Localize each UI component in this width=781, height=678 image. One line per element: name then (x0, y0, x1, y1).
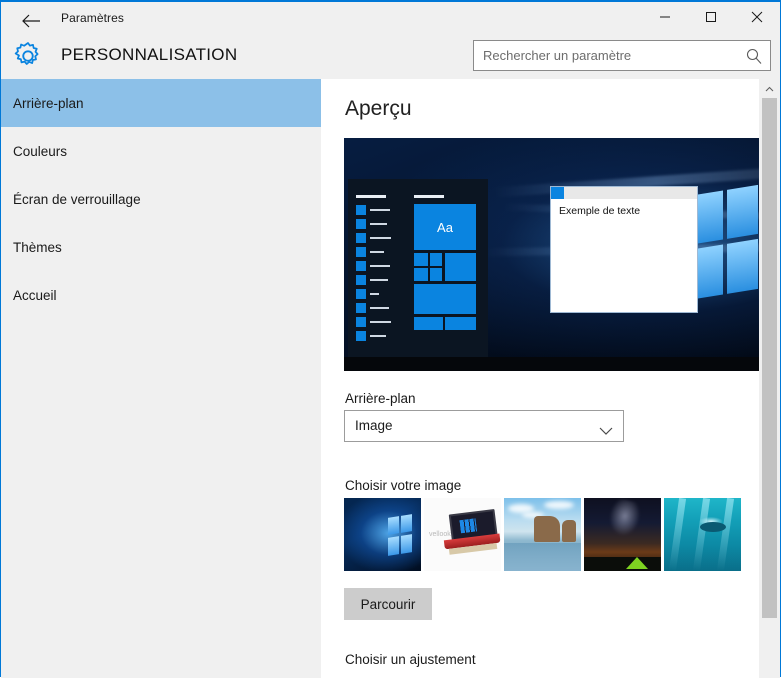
thumbnail-night-sky[interactable] (584, 498, 661, 571)
sample-window-titlebar (551, 187, 697, 199)
background-label: Arrière-plan (345, 391, 416, 406)
minimize-button[interactable] (642, 2, 688, 32)
minimize-icon (660, 16, 670, 18)
taskbar-preview (344, 357, 759, 371)
sample-window-text: Exemple de texte (559, 205, 641, 217)
search-input[interactable] (474, 41, 742, 70)
thumbnail-laptop[interactable]: vellook (424, 498, 501, 571)
scrollbar-thumb[interactable] (762, 98, 777, 618)
settings-window: Paramètres PERSONNALISATION Rechercher u… (0, 0, 781, 678)
page-title: Aperçu (345, 97, 412, 120)
background-dropdown-value: Image (355, 418, 393, 433)
category-header: PERSONNALISATION (1, 39, 780, 79)
start-menu-preview: Aa (348, 179, 488, 357)
settings-body: Arrière-plan Couleurs Écran de verrouill… (1, 79, 780, 678)
sidebar-item-label: Arrière-plan (13, 95, 84, 111)
sidebar-item-colors[interactable]: Couleurs (1, 127, 321, 175)
thumbnail-windows-hero[interactable] (344, 498, 421, 571)
start-app-list (356, 195, 394, 344)
background-dropdown[interactable]: Image (344, 410, 624, 442)
search-icon[interactable] (745, 47, 763, 65)
sidebar-item-lock-screen[interactable]: Écran de verrouillage (1, 175, 321, 223)
image-thumbnail-list: vellook (344, 498, 741, 571)
back-arrow-icon (22, 14, 40, 28)
thumbnail-beach-rock[interactable] (504, 498, 581, 571)
maximize-icon (706, 12, 716, 22)
search-box[interactable] (473, 40, 771, 71)
sidebar-item-label: Écran de verrouillage (13, 191, 141, 207)
main-content: Aperçu Aa Exemple de texte Arrière-plan … (321, 79, 759, 678)
sample-window-preview: Exemple de texte (550, 186, 698, 313)
start-tile-aa: Aa (414, 204, 476, 250)
choose-image-label: Choisir votre image (345, 478, 462, 493)
browse-button[interactable]: Parcourir (344, 588, 432, 620)
choose-fit-label: Choisir un ajustement (345, 652, 476, 667)
chevron-down-icon (599, 423, 613, 441)
sidebar-item-home[interactable]: Accueil (1, 271, 321, 319)
close-button[interactable] (734, 2, 780, 32)
vertical-scrollbar[interactable] (759, 79, 780, 678)
thumbnail-underwater[interactable] (664, 498, 741, 571)
start-tile-grid: Aa (414, 195, 476, 344)
page-category-title: PERSONNALISATION (61, 45, 238, 64)
windows-logo-wallpaper (694, 184, 758, 303)
window-title: Paramètres (61, 11, 125, 25)
sidebar-item-themes[interactable]: Thèmes (1, 223, 321, 271)
gear-icon (13, 41, 43, 71)
sidebar-item-label: Thèmes (13, 239, 62, 255)
scroll-up-button[interactable] (759, 79, 780, 98)
sidebar-item-background[interactable]: Arrière-plan (1, 79, 321, 127)
chevron-up-icon (765, 86, 774, 91)
sidebar-nav: Arrière-plan Couleurs Écran de verrouill… (1, 79, 321, 678)
title-bar: Paramètres (1, 2, 780, 39)
start-tile-label: Aa (437, 219, 453, 235)
sidebar-item-label: Accueil (13, 287, 57, 303)
maximize-button[interactable] (688, 2, 734, 32)
close-icon (751, 11, 763, 23)
back-button[interactable] (9, 6, 53, 36)
desktop-preview: Aa Exemple de texte (344, 138, 759, 371)
sidebar-item-label: Couleurs (13, 143, 68, 159)
